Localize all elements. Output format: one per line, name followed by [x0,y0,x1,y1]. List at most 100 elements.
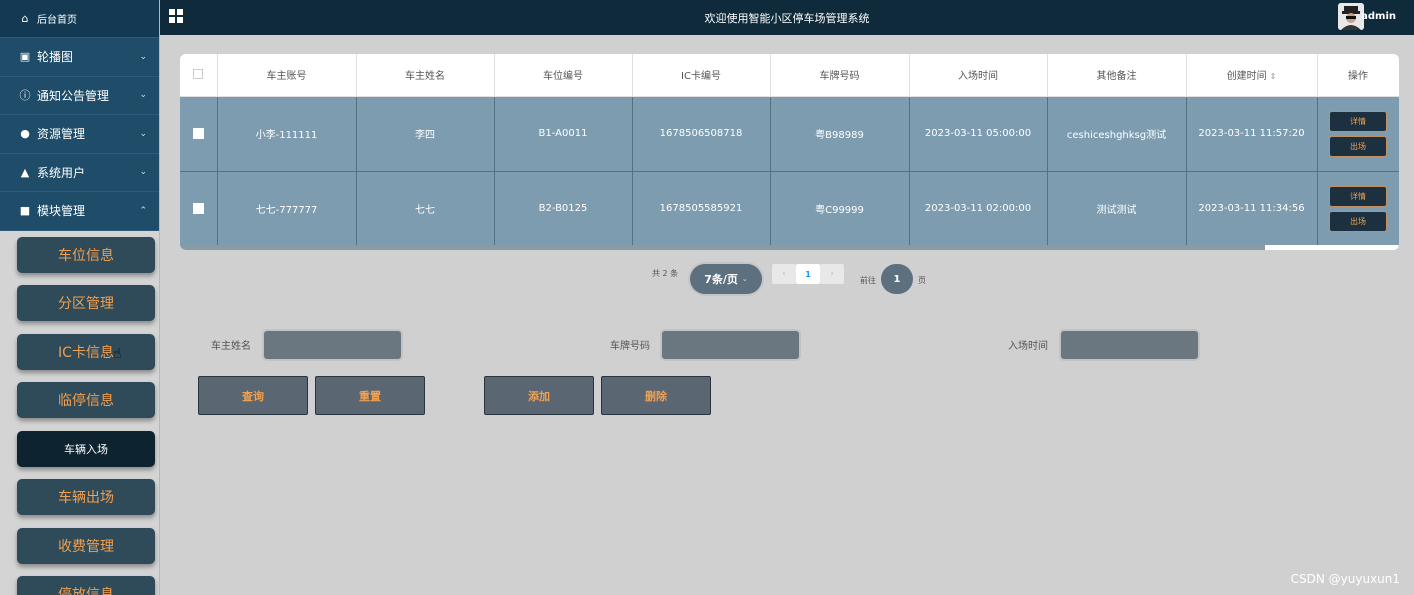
detail-button[interactable]: 详情 [1329,185,1387,207]
sidebar-sub-item[interactable]: 临停信息 [17,382,155,418]
owner-name-label: 车主姓名 [211,341,251,352]
row-checkbox[interactable] [192,202,204,214]
column-header-label: IC卡编号 [681,71,721,83]
page-number-1[interactable]: 1 [796,264,820,284]
total-count: 共 2 条 [652,269,679,278]
sidebar-menu-label: 轮播图 [37,50,74,65]
prev-page-button[interactable]: ‹ [772,264,796,284]
table-cell: 小李-111111 [217,96,357,172]
table-row[interactable]: 小李-111111 李四 B1-A0011 1678506508718 粤B98989 2… [180,96,1399,172]
horizontal-scrollbar[interactable] [180,245,1399,250]
column-header-label: 车主账号 [266,71,307,83]
avatar[interactable] [1338,3,1364,30]
page-title: 欢迎使用智能小区停车场管理系统 [704,12,870,25]
table-cell: 2023-03-11 11:57:20 [1186,96,1318,172]
sidebar-menu-1[interactable]: ⓘ 通知公告管理 ⌄ [0,76,159,115]
column-header: 车主姓名 [356,54,495,97]
table-cell: 粤B98989 [770,96,910,172]
table-cell: 粤C99999 [770,171,910,247]
column-header: IC卡编号 [632,54,771,97]
chevron-down-icon: ⌄ [741,275,748,283]
sidebar-menu-0[interactable]: ▣ 轮播图 ⌄ [0,38,159,77]
sidebar-menu-3[interactable]: ▲ 系统用户 ⌄ [0,153,159,192]
column-header: 操作 [1317,54,1399,97]
chevron-icon: ⌄ [139,51,147,62]
sidebar-home-label: 后台首页 [37,15,77,26]
sidebar-sub-item[interactable]: 停放信息 [17,576,155,595]
sidebar-sub-item[interactable]: 车辆出场 [17,479,155,515]
actions-cell: 详情 出场 [1317,171,1399,247]
sidebar-sub-label: 车辆入场 [64,442,108,456]
chevron-icon: ⌄ [139,167,147,178]
sidebar-menu-2[interactable]: ● 资源管理 ⌄ [0,115,159,154]
next-page-button[interactable]: › [820,264,844,284]
sidebar-menu-label: 资源管理 [37,127,86,142]
column-header: 车主账号 [217,54,357,97]
plate-number-input[interactable] [660,329,801,361]
sidebar-home[interactable]: ⌂ 后台首页 [0,0,159,38]
table-cell: 2023-03-11 11:34:56 [1186,171,1318,247]
chevron-icon: ⌃ [139,205,147,216]
column-header-label: 入场时间 [958,71,998,83]
image-icon: ▣ [19,50,31,64]
sidebar-sub-item[interactable]: IC卡信息 ☝ [17,333,155,370]
goto-page-input[interactable]: 1 [881,264,913,294]
sidebar-sub-item[interactable]: 收费管理 [17,527,155,564]
owner-name-input[interactable] [262,329,403,361]
info-icon: ⓘ [19,89,31,103]
entry-time-input[interactable] [1059,329,1200,361]
table-cell: ceshiceshghksg测试 [1047,96,1187,172]
reset-button[interactable]: 重置 [315,376,425,415]
column-header-label: 其他备注 [1096,71,1137,83]
add-button[interactable]: 添加 [484,376,594,415]
top-bar: 欢迎使用智能小区停车场管理系统 admin [160,0,1414,35]
sidebar-sub-label: IC卡信息 [58,344,114,361]
table-cell: B2-B0125 [494,171,633,247]
sort-icon[interactable]: ⇕ [1270,72,1277,81]
home-icon: ⌂ [21,12,29,25]
exit-button[interactable]: 出场 [1329,135,1387,157]
sidebar-sub-label: 分区管理 [58,296,114,312]
table-cell: 1678505585921 [632,171,771,247]
sidebar-sub-item[interactable]: 车辆入场 [17,430,155,467]
column-header-label: 车牌号码 [819,71,860,83]
row-select-cell [180,171,218,247]
table-cell: 测试测试 [1047,171,1187,247]
username[interactable]: admin [1361,11,1396,22]
sidebar-sub-label: 停放信息 [58,587,114,595]
sidebar-sub-item[interactable]: 分区管理 [17,285,155,321]
location-pin-icon: ● [20,127,30,141]
sidebar-menu-label: 系统用户 [37,165,86,180]
table-cell: 李四 [356,96,495,172]
sidebar-menu-label: 通知公告管理 [37,88,110,103]
select-all-cell [180,54,218,97]
sidebar-sub-item[interactable]: 车位信息 [17,236,155,273]
sidebar: ⌂ 后台首页 ▣ 轮播图 ⌄ ⓘ 通知公告管理 ⌄ ● 资源管理 ⌄ ▲ 系统用户 ⌄ ■ 模块管理 ⌃ 车… [0,0,160,595]
chevron-icon: ⌄ [139,90,147,101]
table-row[interactable]: 七七-777777 七七 B2-B0125 1678505585921 粤C99999 2… [180,171,1399,247]
column-header: 车牌号码 [770,54,910,97]
column-header-label: 操作 [1348,71,1368,83]
sidebar-menu-label: 模块管理 [37,204,86,219]
row-checkbox[interactable] [192,127,204,139]
table-cell: 2023-03-11 05:00:00 [909,96,1048,172]
select-all-checkbox[interactable] [193,69,204,80]
plate-number-label: 车牌号码 [610,341,650,352]
page-size-value: 7条/页 [704,273,738,286]
watermark: CSDN @yuyuxun1 [1290,572,1400,586]
column-header: 入场时间 [909,54,1048,97]
exit-button[interactable]: 出场 [1329,210,1387,232]
query-button[interactable]: 查询 [198,376,308,415]
row-select-cell [180,96,218,172]
detail-button[interactable]: 详情 [1329,110,1387,132]
goto-label: 前往 [860,276,876,285]
delete-button[interactable]: 删除 [601,376,711,415]
chevron-icon: ⌄ [139,128,147,139]
table-cell: 七七 [356,171,495,247]
scrollbar-thumb[interactable] [180,245,1265,250]
column-header-label: 车位编号 [543,71,583,83]
page-size-select[interactable]: 7条/页 ⌄ [690,264,762,294]
column-header-label: 车主姓名 [405,71,445,83]
sidebar-menu-4[interactable]: ■ 模块管理 ⌃ [0,192,159,231]
table-cell: 七七-777777 [217,171,357,247]
